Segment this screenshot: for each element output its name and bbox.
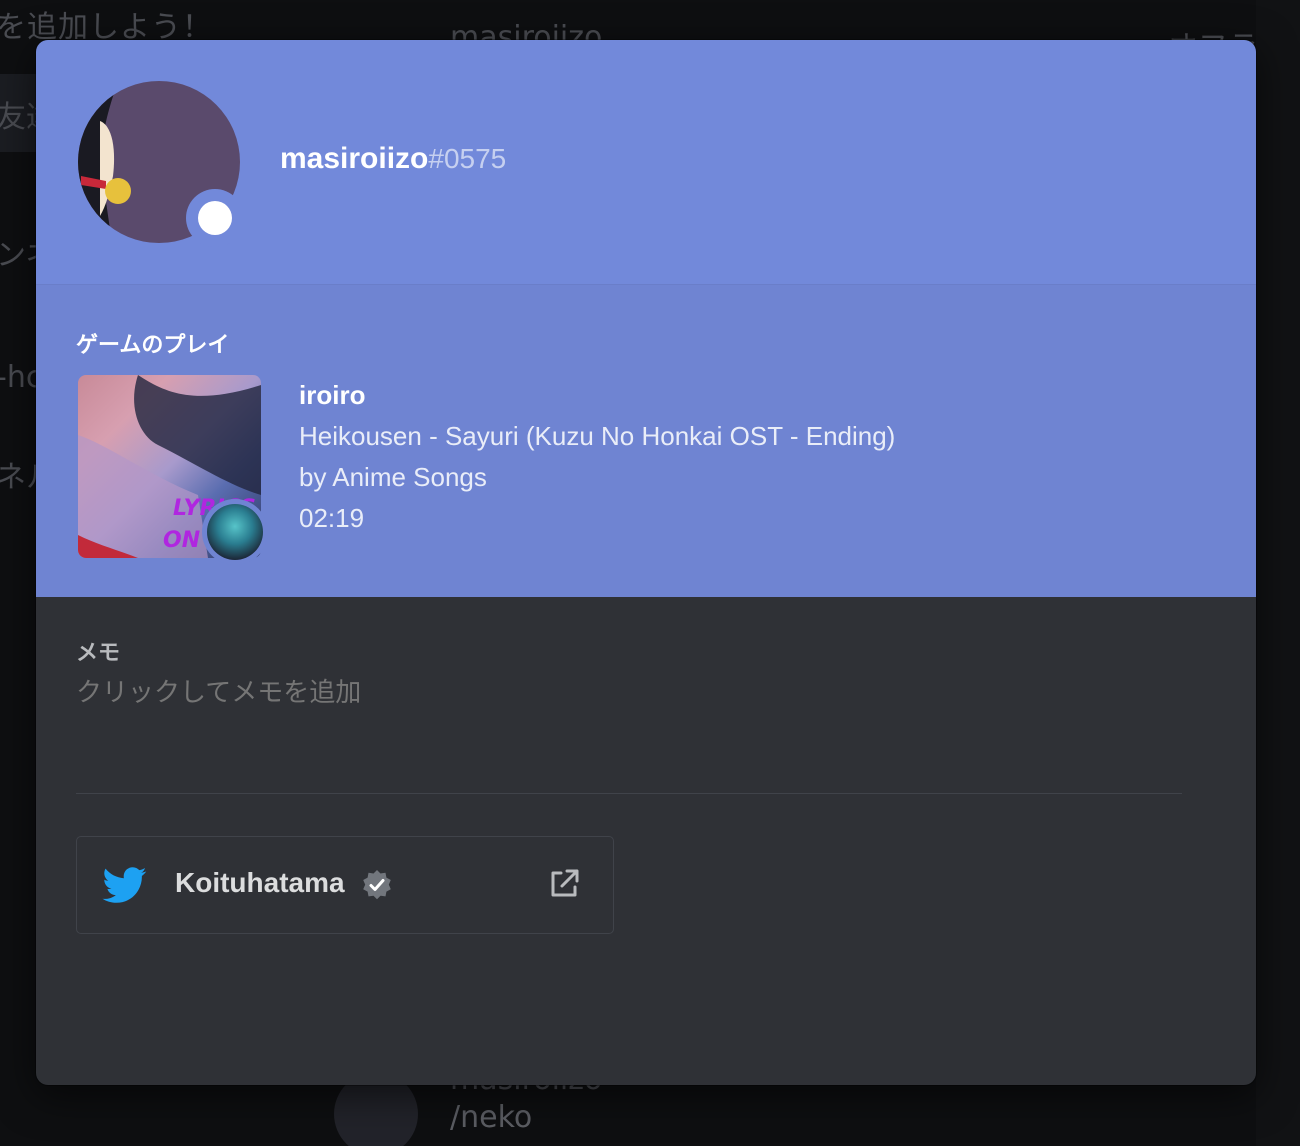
verified-icon [363, 870, 391, 900]
status-online-icon [198, 201, 232, 235]
art-on-text: ON [163, 528, 200, 553]
divider [76, 793, 1182, 794]
discriminator-text: #0575 [428, 143, 507, 174]
activity-section: ゲームのプレイ LYRICS ON iroiro Heikousen - Say… [36, 284, 1256, 597]
username-text: masiroiizo [280, 142, 429, 175]
activity-artist: by Anime Songs [299, 462, 487, 492]
profile-username[interactable]: masiroiizo#0575 [280, 142, 506, 176]
avatar-container[interactable] [78, 81, 244, 247]
connected-account-name: Koituhatama [175, 867, 345, 898]
activity-details: iroiro Heikousen - Sayuri (Kuzu No Honka… [299, 375, 895, 539]
activity-name: iroiro [299, 380, 366, 410]
memo-input[interactable] [76, 677, 411, 708]
activity-elapsed-time: 02:19 [299, 503, 365, 533]
activity-song: Heikousen - Sayuri (Kuzu No Honkai OST -… [299, 421, 896, 451]
background-sidebar-item: ネル [0, 460, 36, 495]
connected-account-twitter: Koituhatama [76, 836, 614, 934]
external-link-icon[interactable] [547, 867, 581, 901]
twitter-icon [102, 867, 147, 903]
activity-small-image [202, 499, 268, 565]
user-profile-modal: masiroiizo#0575 ゲームのプレイ LYRICS ON iroiro… [36, 40, 1256, 1085]
background-sidebar-item: 友達 [0, 100, 36, 135]
profile-header: masiroiizo#0575 [36, 40, 1256, 284]
background-member-list [1256, 0, 1300, 1146]
background-message-text: /neko [450, 1100, 533, 1135]
background-sidebar-item: -hc [0, 360, 36, 395]
background-sidebar-item: ンネ [0, 238, 36, 273]
status-indicator [186, 189, 244, 247]
profile-body: メモ Koituhatama [36, 597, 1256, 1085]
anime-character-icon [207, 504, 263, 560]
activity-heading: ゲームのプレイ [76, 333, 230, 358]
memo-label: メモ [76, 641, 121, 666]
